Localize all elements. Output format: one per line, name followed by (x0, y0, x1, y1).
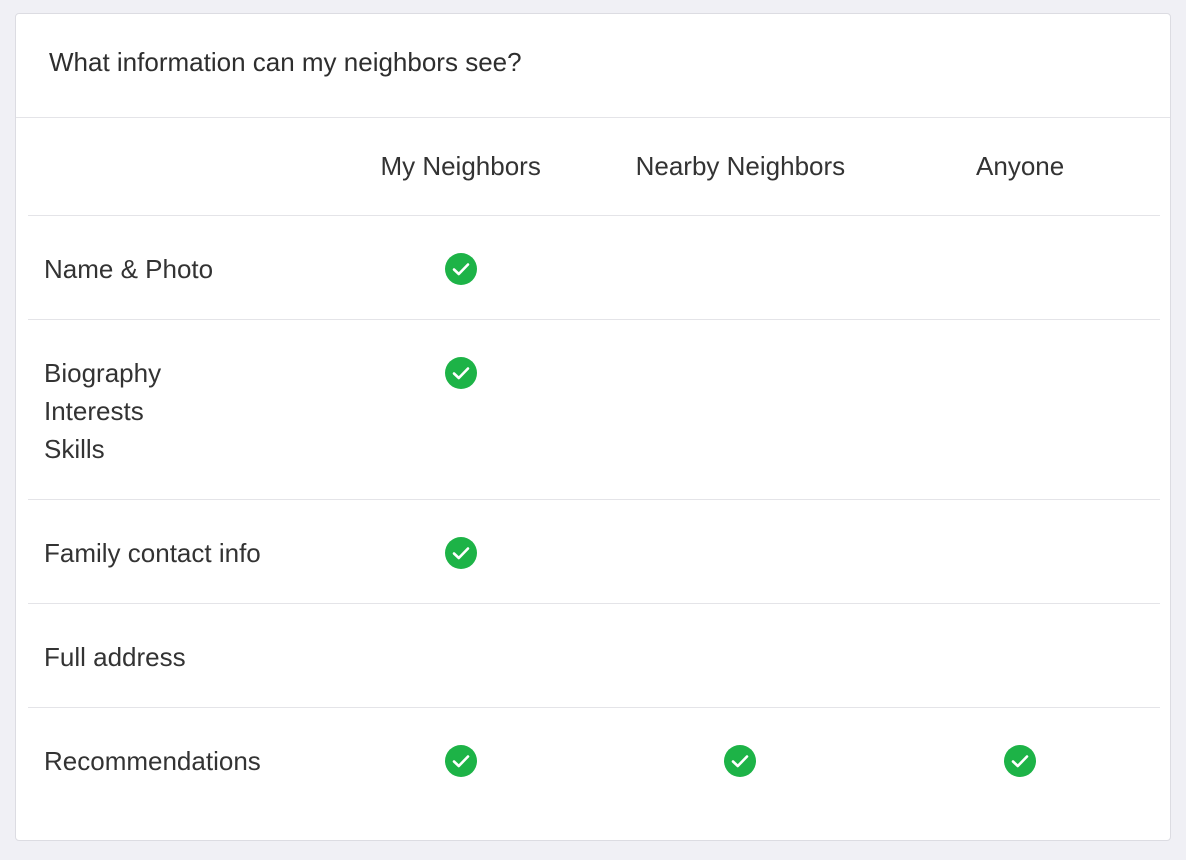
cell (601, 534, 881, 572)
cell (880, 354, 1160, 392)
cell (321, 742, 601, 780)
cell (880, 742, 1160, 780)
table-header-row: My Neighbors Nearby Neighbors Anyone (28, 118, 1160, 216)
visibility-table: My Neighbors Nearby Neighbors Anyone Nam… (28, 118, 1160, 812)
row-label-line: Biography (44, 358, 162, 388)
table-row-full-address: Full address (28, 604, 1160, 708)
row-label: Full address (28, 638, 321, 676)
row-label-line: Name & Photo (44, 254, 214, 284)
row-label: Family contact info (28, 534, 321, 572)
check-circle-icon (444, 253, 477, 285)
privacy-card: What information can my neighbors see? M… (15, 13, 1171, 841)
cell (601, 638, 881, 676)
row-label: Name & Photo (28, 250, 321, 288)
cell (880, 250, 1160, 288)
cell (321, 250, 601, 288)
column-header-nearby-neighbors: Nearby Neighbors (601, 151, 881, 182)
row-label-line: Skills (44, 434, 105, 464)
check-circle-icon (444, 537, 477, 569)
column-header-label: Nearby Neighbors (635, 151, 846, 181)
cell (601, 250, 881, 288)
check-circle-icon (444, 357, 477, 389)
row-label-line: Interests (44, 396, 144, 426)
cell (321, 638, 601, 676)
cell (880, 638, 1160, 676)
check-circle-icon (724, 745, 757, 777)
row-label: Biography Interests Skills (28, 354, 321, 468)
check-circle-icon (1004, 745, 1037, 777)
column-header-anyone: Anyone (880, 151, 1160, 182)
table-row-name-photo: Name & Photo (28, 216, 1160, 320)
row-label: Recommendations (28, 742, 321, 780)
table-row-recommendations: Recommendations (28, 708, 1160, 812)
cell (321, 534, 601, 572)
cell (880, 534, 1160, 572)
row-label-line: Full address (44, 642, 186, 672)
column-header-my-neighbors: My Neighbors (321, 151, 601, 182)
column-header-label: Anyone (976, 151, 1065, 181)
card-header: What information can my neighbors see? (16, 14, 1170, 118)
cell (601, 742, 881, 780)
cell (601, 354, 881, 392)
table-row-family-contact-info: Family contact info (28, 500, 1160, 604)
row-label-line: Recommendations (44, 746, 261, 776)
check-circle-icon (444, 745, 477, 777)
row-label-line: Family contact info (44, 538, 261, 568)
table-row-biography-interests-skills: Biography Interests Skills (28, 320, 1160, 500)
column-header-label: My Neighbors (380, 151, 541, 181)
card-title: What information can my neighbors see? (49, 47, 522, 77)
cell (321, 354, 601, 392)
